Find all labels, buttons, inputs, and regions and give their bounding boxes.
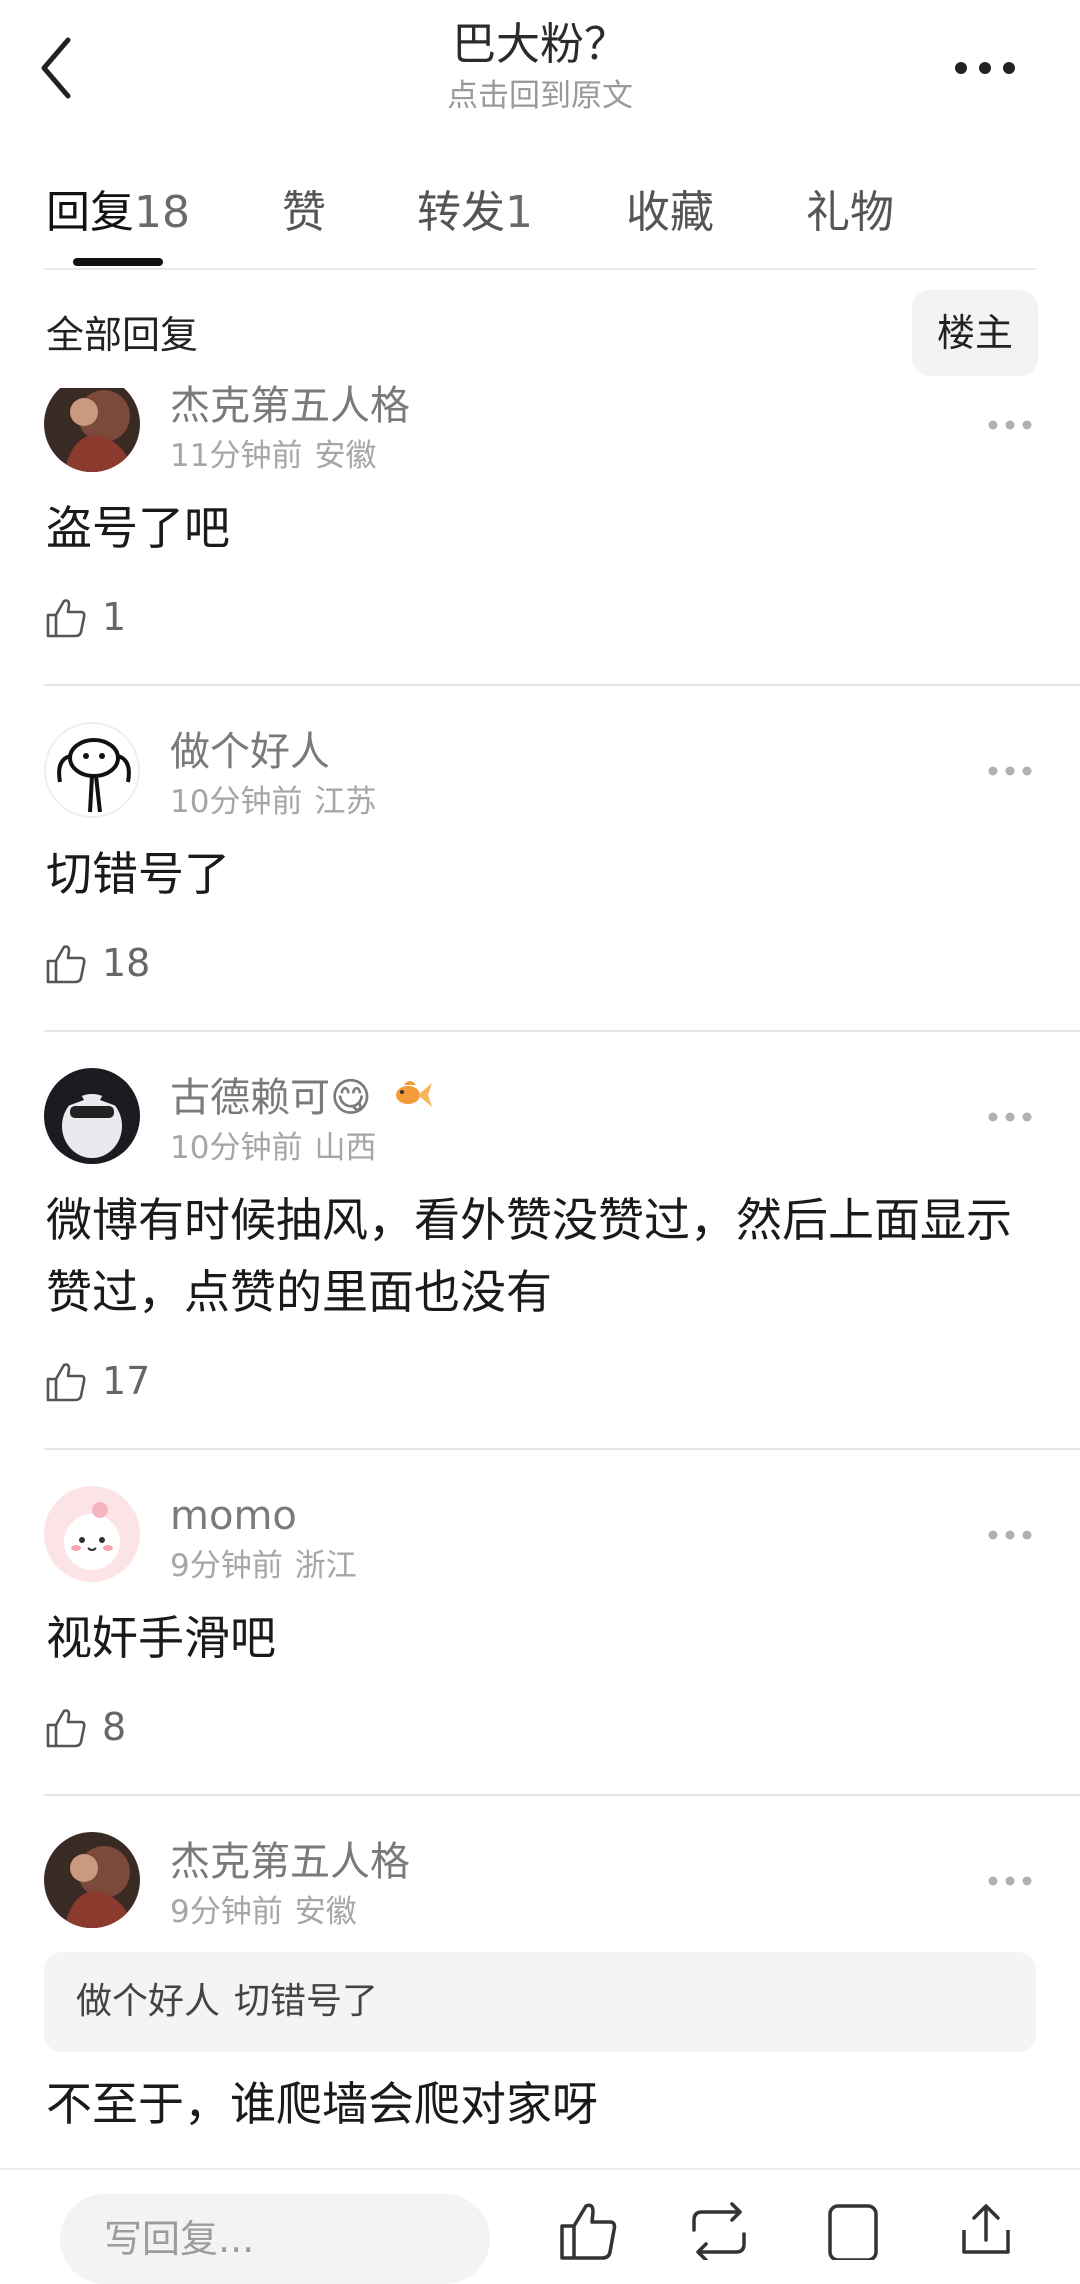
- comment-text: 不至于，谁爬墙会爬对家呀: [46, 2077, 598, 2131]
- comment-username[interactable]: 做个好人: [170, 724, 330, 780]
- comment-time: 9分钟前: [170, 1548, 283, 1584]
- comment-text: 视奸手滑吧: [46, 1611, 276, 1665]
- comment-text: 盗号了吧: [46, 501, 230, 555]
- comment-meta: 9分钟前 浙江: [170, 1546, 369, 1586]
- comment-time: 9分钟前: [170, 1894, 283, 1930]
- like-count: 18: [102, 941, 151, 985]
- comment-username[interactable]: momo: [170, 1488, 297, 1544]
- quoted-reply[interactable]: 做个好人 切错号了: [44, 1952, 1036, 2052]
- like-count: 1: [102, 595, 127, 639]
- comment-more-icon[interactable]: [985, 756, 1035, 786]
- thumbs-up-icon: [46, 1709, 86, 1748]
- avatar[interactable]: [44, 722, 140, 818]
- comment-location: 安徽: [314, 438, 377, 474]
- comment-like-button[interactable]: 18: [44, 932, 244, 992]
- comment-like-button[interactable]: 8: [44, 1696, 244, 1756]
- comment-text: 微博有时候抽风，看外赞没赞过，然后上面显示赞过，点赞的里面也没有: [46, 1193, 1012, 1319]
- comment-username[interactable]: 杰克第五人格: [170, 1834, 410, 1890]
- comment-time: 11分钟前: [170, 438, 303, 474]
- thumbs-up-icon: [46, 1363, 86, 1402]
- comment-username[interactable]: 古德赖可😋: [170, 1070, 434, 1128]
- comment-more-icon[interactable]: [985, 410, 1035, 440]
- comment-like-button[interactable]: 1: [44, 586, 244, 646]
- share-icon[interactable]: [956, 2200, 1016, 2264]
- quoted-username: 做个好人: [76, 1981, 221, 2022]
- comment-username[interactable]: 杰克第五人格: [170, 378, 410, 434]
- comment-time: 10分钟前: [170, 1130, 303, 1166]
- thumbs-up-icon: [46, 599, 86, 638]
- comment-meta: 9分钟前 安徽: [170, 1892, 369, 1932]
- comment-list: 杰克第五人格 11分钟前 安徽 盗号了吧 1 做个好人 10分钟前 江苏 切错号…: [0, 0, 1080, 2252]
- avatar[interactable]: [44, 1486, 140, 1582]
- avatar[interactable]: [44, 388, 140, 472]
- comment-time: 10分钟前: [170, 784, 303, 820]
- goldfish-badge-icon: [390, 1072, 434, 1128]
- comment-location: 安徽: [294, 1894, 357, 1930]
- comment-username-text: 古德赖可😋: [170, 1075, 372, 1121]
- comment-location: 浙江: [294, 1548, 357, 1584]
- reply-input[interactable]: [60, 2194, 490, 2284]
- like-post-icon[interactable]: [556, 2200, 620, 2264]
- comment-more-icon[interactable]: [985, 1102, 1035, 1132]
- comment-text: 切错号了: [46, 847, 230, 901]
- comment-divider: [44, 1030, 1080, 1032]
- comment-divider: [44, 1448, 1080, 1450]
- comment-icon[interactable]: [826, 2200, 882, 2264]
- quoted-text: 切错号了: [234, 1981, 379, 2022]
- avatar[interactable]: [44, 1068, 140, 1164]
- comment-more-icon[interactable]: [985, 1866, 1035, 1896]
- like-count: 8: [102, 1705, 127, 1749]
- comment-more-icon[interactable]: [985, 1520, 1035, 1550]
- comment-divider: [44, 684, 1080, 686]
- thumbs-up-icon: [46, 945, 86, 984]
- avatar[interactable]: [44, 1832, 140, 1928]
- bottom-action-bar: [0, 2168, 1080, 2284]
- like-count: 17: [102, 1359, 151, 1403]
- quoted-reply-content: 做个好人 切错号了: [76, 1974, 392, 2030]
- comment-meta: 11分钟前 安徽: [170, 436, 388, 476]
- comment-divider: [44, 1794, 1080, 1796]
- comment-meta: 10分钟前 江苏: [170, 782, 388, 822]
- comment-location: 山西: [314, 1130, 377, 1166]
- comment-like-button[interactable]: 17: [44, 1350, 244, 1410]
- comment-meta: 10分钟前 山西: [170, 1128, 388, 1168]
- comment-location: 江苏: [314, 784, 377, 820]
- repost-icon[interactable]: [684, 2200, 754, 2264]
